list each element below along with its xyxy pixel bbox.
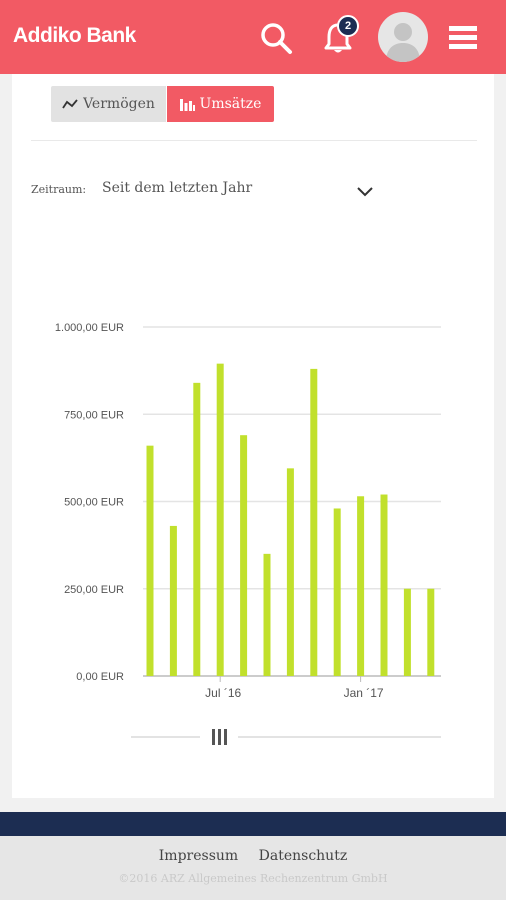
- range-slider-track[interactable]: [131, 736, 441, 738]
- x-tick-label: Jul ´16: [205, 686, 241, 700]
- footer-links: Impressum Datenschutz: [0, 848, 506, 864]
- chart-bar[interactable]: [380, 494, 388, 676]
- y-tick-label: 250,00 EUR: [64, 584, 124, 596]
- chart-bar[interactable]: [193, 382, 201, 676]
- chart-bar[interactable]: [286, 468, 294, 676]
- datenschutz-link[interactable]: Datenschutz: [259, 848, 348, 864]
- range-slider-handle[interactable]: [200, 724, 238, 750]
- chart-bar[interactable]: [357, 496, 365, 676]
- sales-chart: 1.000,00 EUR 750,00 EUR 500,00 EUR 250,00 E…: [55, 322, 441, 700]
- chart-bar[interactable]: [263, 553, 271, 676]
- copyright-text: ©2016 ARZ Allgemeines Rechenzentrum GmbH: [118, 872, 388, 885]
- y-tick-label: 1.000,00 EUR: [55, 322, 124, 334]
- chart-bar[interactable]: [403, 588, 411, 676]
- chart-bar[interactable]: [169, 525, 177, 676]
- chart-bar[interactable]: [216, 363, 224, 676]
- footer-bar: [0, 812, 506, 836]
- chart-bar[interactable]: [333, 508, 341, 676]
- y-tick-label: 750,00 EUR: [64, 409, 124, 421]
- x-tick-label: Jan ´17: [344, 686, 384, 700]
- impressum-link[interactable]: Impressum: [159, 848, 238, 864]
- footer: [0, 836, 506, 900]
- chart-bar[interactable]: [240, 435, 248, 676]
- chart-bar[interactable]: [310, 368, 318, 676]
- chart-bar[interactable]: [146, 445, 154, 676]
- chart-bar[interactable]: [427, 588, 435, 676]
- y-tick-label: 0,00 EUR: [76, 671, 124, 683]
- y-tick-label: 500,00 EUR: [64, 497, 124, 509]
